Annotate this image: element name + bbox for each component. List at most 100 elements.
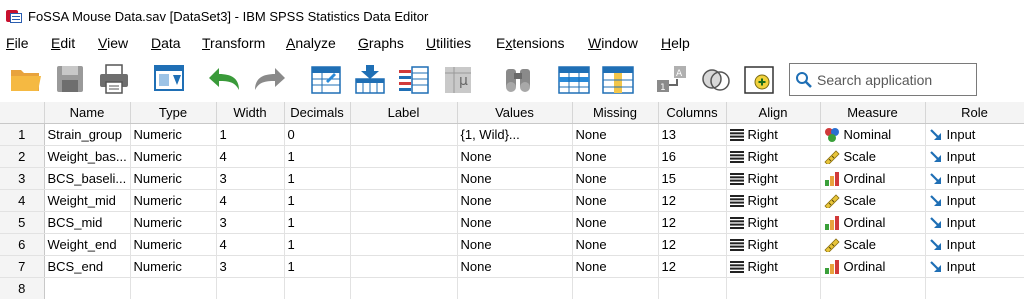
cell-values[interactable]: None [457,255,573,278]
col-header-width[interactable]: Width [216,102,285,124]
cell-decimals[interactable] [284,277,351,299]
cell-missing[interactable]: None [572,189,659,212]
cell-missing[interactable] [572,277,659,299]
cell-missing[interactable]: None [572,145,659,168]
cell-label[interactable] [350,123,458,146]
cell-name[interactable]: Weight_bas... [44,145,131,168]
cell-measure[interactable]: Scale [820,233,926,256]
cell-columns[interactable]: 12 [658,255,727,278]
menu-help[interactable]: Help [661,35,690,51]
col-header-label[interactable]: Label [350,102,458,124]
menu-transform[interactable]: Transform [202,35,265,51]
cell-width[interactable]: 3 [216,211,285,234]
cell-decimals[interactable]: 1 [284,211,351,234]
cell-type[interactable]: Numeric [130,123,217,146]
print-icon[interactable] [94,61,134,97]
cell-missing[interactable]: None [572,211,659,234]
cell-label[interactable] [350,145,458,168]
row-number[interactable]: 7 [0,255,45,278]
go-to-variable-icon[interactable] [350,61,390,97]
cell-type[interactable]: Numeric [130,233,217,256]
cell-missing[interactable]: None [572,123,659,146]
cell-columns[interactable]: 13 [658,123,727,146]
cell-columns[interactable]: 15 [658,167,727,190]
menu-file[interactable]: File [6,35,29,51]
row-number[interactable]: 4 [0,189,45,212]
col-header-missing[interactable]: Missing [572,102,659,124]
save-icon[interactable] [50,61,90,97]
cell-type[interactable]: Numeric [130,255,217,278]
run-descriptives-icon[interactable]: μ [440,61,480,97]
cell-align[interactable] [726,277,821,299]
cell-role[interactable] [925,277,1024,299]
cell-columns[interactable]: 16 [658,145,727,168]
cell-missing[interactable]: None [572,233,659,256]
cell-name[interactable] [44,277,131,299]
menu-graphs[interactable]: Graphs [358,35,404,51]
cell-decimals[interactable]: 1 [284,233,351,256]
search-box[interactable] [789,63,977,96]
cell-columns[interactable]: 12 [658,233,727,256]
cell-measure[interactable]: Ordinal [820,211,926,234]
cell-label[interactable] [350,255,458,278]
row-number[interactable]: 2 [0,145,45,168]
cell-type[interactable]: Numeric [130,145,217,168]
cell-measure[interactable]: Ordinal [820,255,926,278]
cell-values[interactable] [457,277,573,299]
menu-view[interactable]: View [98,35,128,51]
col-header-decimals[interactable]: Decimals [284,102,351,124]
cell-decimals[interactable]: 1 [284,145,351,168]
row-number[interactable]: 6 [0,233,45,256]
cell-align[interactable]: Right [726,189,821,212]
col-header-align[interactable]: Align [726,102,821,124]
cell-values[interactable]: None [457,211,573,234]
cell-align[interactable]: Right [726,123,821,146]
insert-cases-icon[interactable] [554,61,594,97]
cell-role[interactable]: Input [925,233,1024,256]
cell-name[interactable]: Strain_group [44,123,131,146]
corner-cell[interactable] [0,102,45,124]
menu-utilities[interactable]: Utilities [426,35,471,51]
cell-role[interactable]: Input [925,255,1024,278]
row-number[interactable]: 8 [0,277,45,299]
cell-align[interactable]: Right [726,233,821,256]
redo-icon[interactable] [250,61,290,97]
cell-align[interactable]: Right [726,167,821,190]
dialog-recall-icon[interactable] [150,61,190,97]
go-to-case-icon[interactable] [306,61,346,97]
split-file-icon[interactable]: 1A [652,61,692,97]
cell-decimals[interactable]: 1 [284,255,351,278]
cell-name[interactable]: Weight_end [44,233,131,256]
cell-label[interactable] [350,167,458,190]
cell-values[interactable]: None [457,189,573,212]
cell-measure[interactable]: Scale [820,145,926,168]
variables-icon[interactable] [394,61,434,97]
col-header-role[interactable]: Role [925,102,1024,124]
cell-label[interactable] [350,233,458,256]
cell-columns[interactable]: 12 [658,189,727,212]
cell-width[interactable]: 1 [216,123,285,146]
col-header-values[interactable]: Values [457,102,573,124]
cell-measure[interactable]: Ordinal [820,167,926,190]
cell-label[interactable] [350,211,458,234]
cell-type[interactable]: Numeric [130,189,217,212]
col-header-measure[interactable]: Measure [820,102,926,124]
cell-decimals[interactable]: 0 [284,123,351,146]
col-header-columns[interactable]: Columns [658,102,727,124]
cell-measure[interactable]: Scale [820,189,926,212]
cell-values[interactable]: None [457,145,573,168]
cell-label[interactable] [350,277,458,299]
open-folder-icon[interactable] [6,61,46,97]
menu-edit[interactable]: Edit [51,35,75,51]
cell-width[interactable]: 4 [216,233,285,256]
search-input[interactable] [817,71,967,88]
row-number[interactable]: 3 [0,167,45,190]
cell-decimals[interactable]: 1 [284,189,351,212]
cell-align[interactable]: Right [726,211,821,234]
cell-role[interactable]: Input [925,211,1024,234]
col-header-type[interactable]: Type [130,102,217,124]
cell-width[interactable]: 3 [216,255,285,278]
cell-width[interactable]: 4 [216,145,285,168]
cell-columns[interactable] [658,277,727,299]
cell-columns[interactable]: 12 [658,211,727,234]
